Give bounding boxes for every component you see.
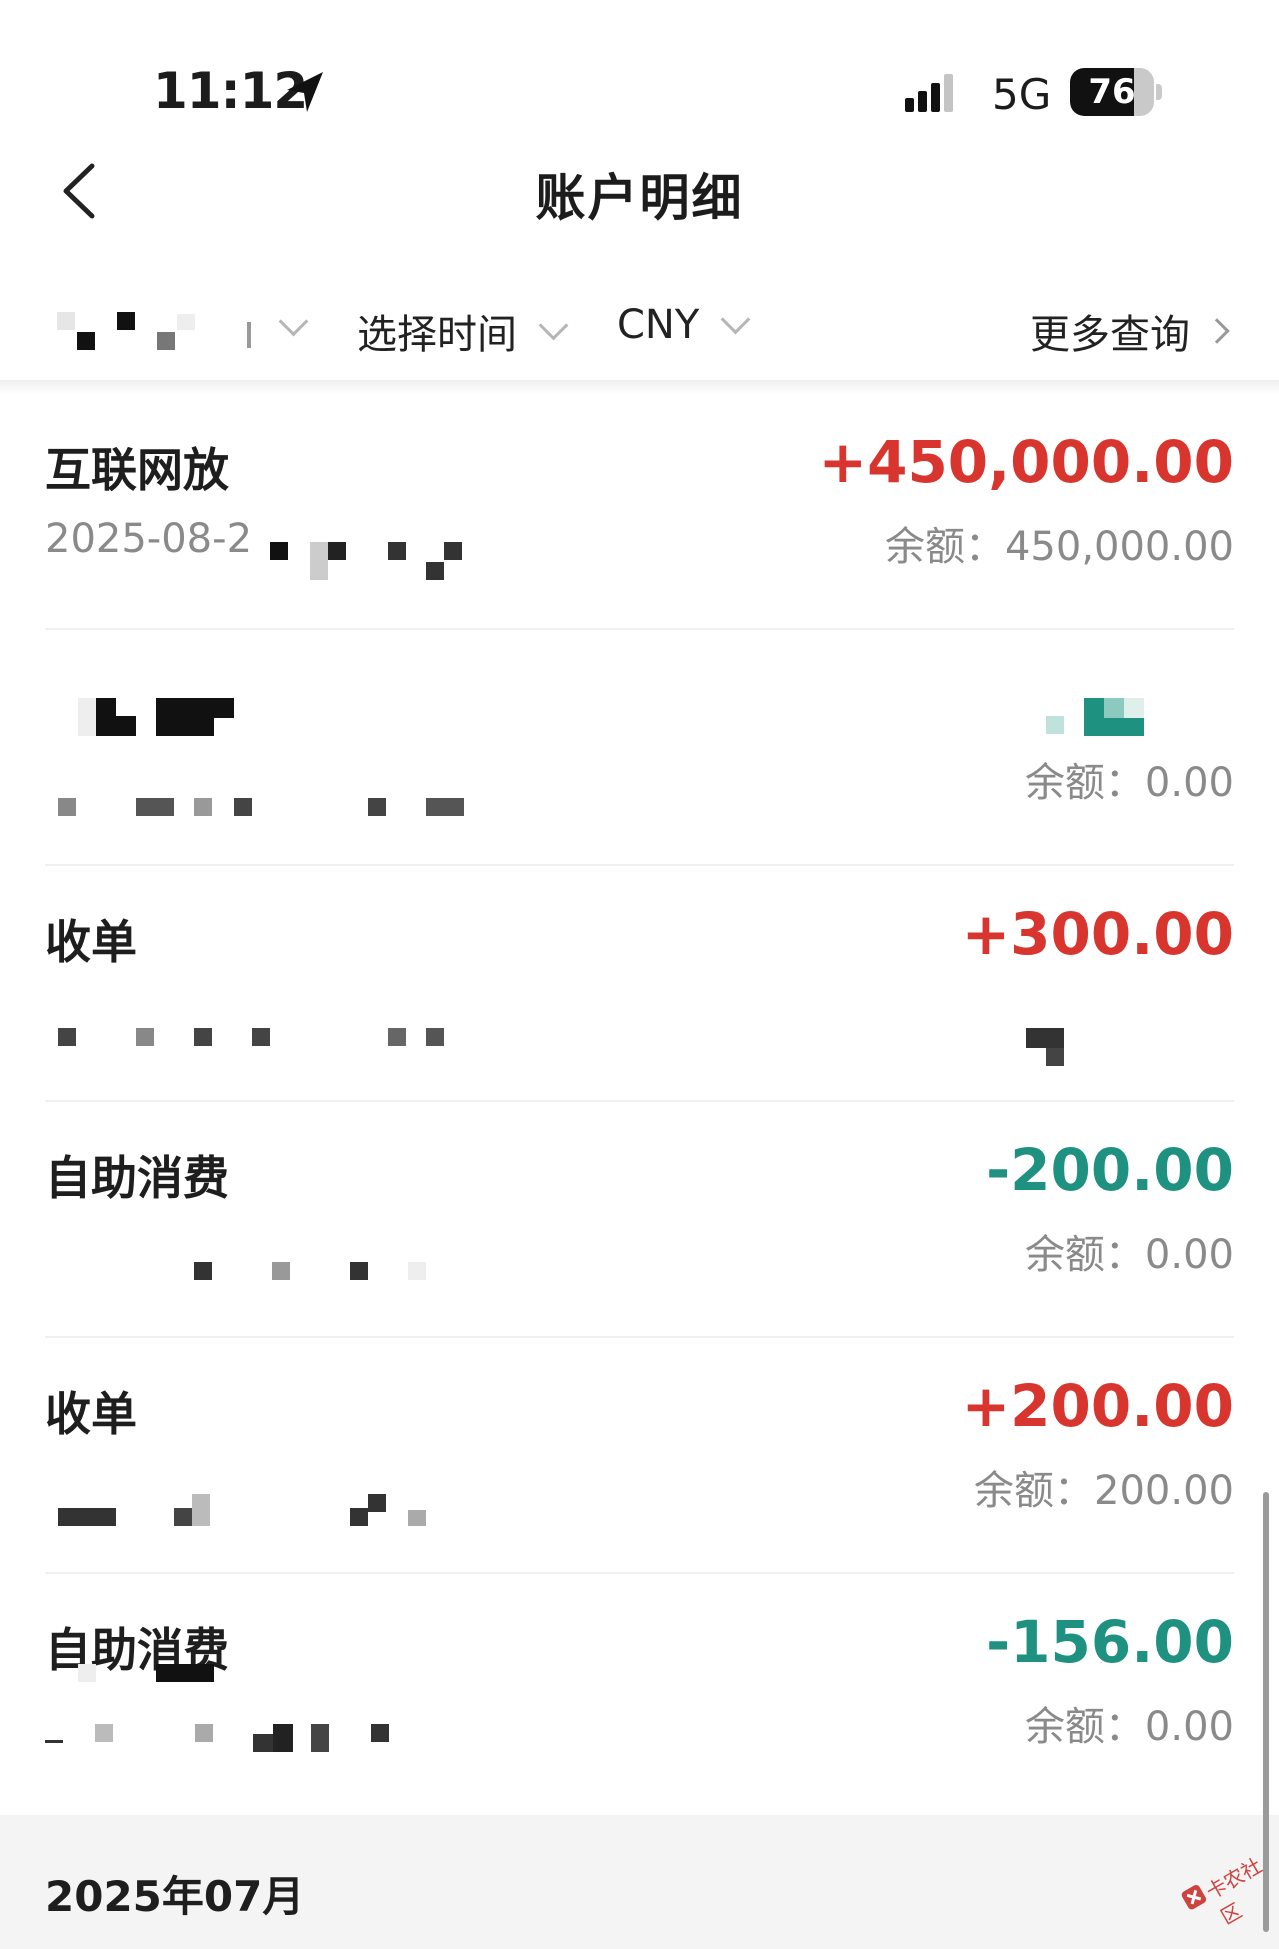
network-type: 5G bbox=[992, 70, 1052, 119]
currency-filter-label: CNY bbox=[617, 302, 700, 348]
transaction-amount: +200.00 bbox=[961, 1372, 1234, 1440]
transaction-balance: 余额：0.00 bbox=[1024, 1232, 1234, 1278]
chevron-down-icon bbox=[720, 304, 751, 334]
month-section-header: 2025年07月 bbox=[0, 1815, 1279, 1949]
masked-account-number bbox=[57, 302, 257, 352]
transaction-amount: +450,000.00 bbox=[818, 428, 1234, 496]
cellular-signal-icon bbox=[905, 74, 953, 112]
transaction-title: 收单 bbox=[45, 915, 137, 969]
transaction-date: 2025-08-2 bbox=[45, 516, 253, 562]
transaction-title: 自助消费 bbox=[45, 1151, 229, 1205]
transaction-row[interactable]: 自助消费 -200.00 余额：0.00 bbox=[0, 1102, 1279, 1338]
transaction-title: 收单 bbox=[45, 1387, 137, 1441]
more-query-link[interactable]: 更多查询 bbox=[1030, 302, 1230, 360]
transaction-row[interactable]: 自助消费 -156.00 余额：0.00 bbox=[0, 1574, 1279, 1810]
transaction-title: 互联网放 bbox=[45, 443, 229, 497]
transaction-balance: 余额：0.00 bbox=[1024, 760, 1234, 806]
transaction-row[interactable]: 收单 +200.00 余额：200.00 bbox=[0, 1338, 1279, 1574]
time-filter-label: 选择时间 bbox=[357, 312, 517, 358]
chevron-down-icon bbox=[538, 310, 569, 340]
battery-percent: 76 bbox=[1088, 72, 1136, 112]
status-bar: 11:12 5G 76 bbox=[0, 0, 1279, 150]
battery-icon: 76 bbox=[1070, 68, 1162, 118]
chevron-right-icon bbox=[1204, 318, 1230, 344]
filter-bar: 选择时间 CNY 更多查询 bbox=[0, 280, 1279, 380]
transaction-amount: -200.00 bbox=[986, 1136, 1234, 1204]
location-arrow-icon bbox=[287, 72, 323, 112]
transaction-balance: 余额：0.00 bbox=[1024, 1704, 1234, 1750]
transaction-amount: +300.00 bbox=[961, 900, 1234, 968]
transaction-amount: -156.00 bbox=[986, 1608, 1234, 1676]
account-filter-dropdown[interactable] bbox=[57, 302, 309, 352]
month-label: 2025年07月 bbox=[45, 1872, 305, 1921]
more-query-label: 更多查询 bbox=[1030, 312, 1190, 358]
transaction-row[interactable]: 互联网放 2025-08-2 +450,000.00 余额：450,000.00 bbox=[0, 394, 1279, 630]
time-filter-dropdown[interactable]: 选择时间 bbox=[357, 302, 569, 360]
filter-bar-shadow bbox=[0, 380, 1279, 394]
currency-filter-dropdown[interactable]: CNY bbox=[617, 302, 751, 348]
transaction-row[interactable]: 收单 +300.00 bbox=[0, 866, 1279, 1102]
transaction-balance: 余额：200.00 bbox=[974, 1468, 1234, 1514]
transaction-row[interactable]: 余额：0.00 bbox=[0, 630, 1279, 866]
page-title: 账户明细 bbox=[535, 169, 744, 227]
transaction-balance: 余额：450,000.00 bbox=[884, 524, 1234, 570]
chevron-down-icon bbox=[278, 306, 309, 336]
